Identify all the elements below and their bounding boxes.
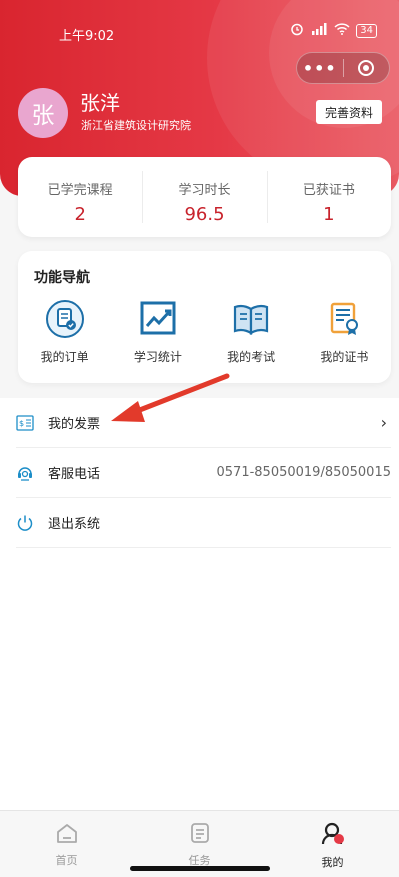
annotation-arrow-icon <box>111 373 230 422</box>
